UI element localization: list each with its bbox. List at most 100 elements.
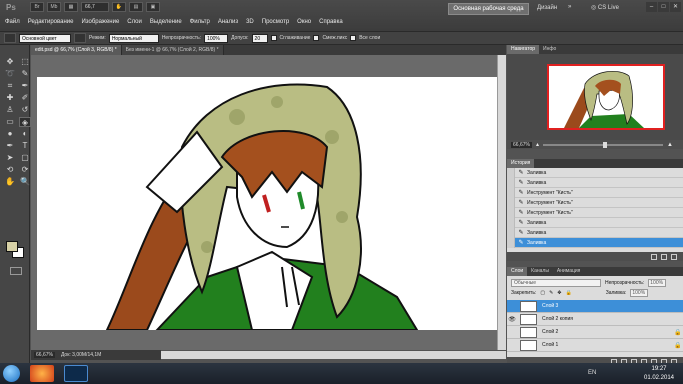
zoom-in-icon[interactable]: ▲ bbox=[667, 142, 673, 148]
horizontal-scrollbar[interactable] bbox=[160, 351, 506, 359]
menu-item[interactable]: Выделение bbox=[150, 19, 182, 25]
tab-info[interactable]: Инфо bbox=[539, 45, 560, 54]
hand-icon[interactable]: ✋ bbox=[112, 2, 126, 12]
history-item[interactable]: ✎ Заливка bbox=[507, 168, 683, 178]
menu-item[interactable]: Справка bbox=[319, 19, 343, 25]
brush-tool-icon[interactable]: ✐ bbox=[19, 93, 31, 103]
minimize-icon[interactable]: – bbox=[646, 2, 657, 12]
history-item[interactable]: ✎ Инструмент "Кисть" bbox=[507, 187, 683, 198]
contiguous-checkbox[interactable] bbox=[313, 35, 320, 41]
photoshop-taskbar-icon[interactable] bbox=[64, 365, 88, 382]
menu-item[interactable]: Просмотр bbox=[262, 19, 289, 25]
menu-item[interactable]: 3D bbox=[246, 19, 254, 25]
lock-all-icon[interactable]: 🔒 bbox=[565, 290, 571, 296]
quick-mask-icon[interactable] bbox=[10, 267, 22, 275]
menu-item[interactable]: Фильтр bbox=[190, 19, 210, 25]
history-item[interactable]: ✎ Заливка bbox=[507, 177, 683, 188]
doc-tab-edit[interactable]: edit.psd @ 66,7% (Слой 3, RGB/8) * bbox=[31, 45, 122, 55]
doc-tab-untitled[interactable]: Без имени-1 @ 66,7% (Слой 2, RGB/8) * bbox=[121, 45, 224, 55]
menu-item[interactable]: Файл bbox=[5, 19, 20, 25]
eyedropper-tool-icon[interactable]: ✒ bbox=[19, 81, 31, 91]
navigator-preview[interactable] bbox=[547, 64, 665, 130]
history-source-checkbox[interactable] bbox=[507, 217, 515, 228]
history-item[interactable]: ✎ Заливка bbox=[507, 227, 683, 238]
tab-history[interactable]: История bbox=[507, 159, 535, 168]
layer-visibility-icon[interactable]: 👁 bbox=[507, 316, 517, 323]
opacity-input[interactable]: 100% bbox=[204, 33, 229, 43]
screen-mode-icon[interactable]: ▣ bbox=[146, 2, 160, 12]
layer-row[interactable]: Слой 1 🔒 bbox=[507, 339, 683, 352]
mode-select[interactable]: Нормальный bbox=[108, 33, 159, 43]
fill-source-select[interactable]: Основной цвет bbox=[19, 33, 71, 43]
arrange-documents-icon[interactable]: ▤ bbox=[129, 2, 143, 12]
marquee-tool-icon[interactable]: ⬚ bbox=[19, 57, 31, 67]
blend-mode-select[interactable]: Обычные bbox=[511, 279, 601, 287]
history-source-checkbox[interactable] bbox=[507, 187, 515, 198]
hand-tool-icon[interactable]: ✋ bbox=[4, 177, 16, 187]
history-item[interactable]: ✎ Инструмент "Кисть" bbox=[507, 207, 683, 218]
document-canvas[interactable] bbox=[37, 77, 497, 330]
shape-tool-icon[interactable]: ▢ bbox=[19, 153, 31, 163]
clone-stamp-tool-icon[interactable]: ♙ bbox=[4, 105, 16, 115]
history-item[interactable]: ✎ Заливка bbox=[507, 237, 683, 248]
zoom-tool-icon[interactable]: 🔍 bbox=[19, 177, 31, 187]
maximize-icon[interactable]: □ bbox=[658, 2, 669, 12]
dodge-tool-icon[interactable]: ◐ bbox=[19, 129, 31, 139]
pen-tool-icon[interactable]: ✒ bbox=[4, 141, 16, 151]
eraser-tool-icon[interactable]: ▭ bbox=[4, 117, 16, 127]
tab-navigator[interactable]: Навигатор bbox=[507, 45, 540, 54]
lock-position-icon[interactable]: ✥ bbox=[557, 290, 561, 296]
history-item[interactable]: ✎ Инструмент "Кисть" bbox=[507, 197, 683, 208]
workspace-button[interactable]: Основная рабочая среда bbox=[448, 3, 529, 15]
paint-bucket-tool-preset-icon[interactable] bbox=[4, 33, 16, 43]
layer-row[interactable]: 👁 Слой 2 копия bbox=[507, 313, 683, 326]
history-source-checkbox[interactable] bbox=[507, 227, 515, 238]
history-brush-tool-icon[interactable]: ↺ bbox=[19, 105, 31, 115]
lock-pixels-icon[interactable]: ✎ bbox=[549, 290, 553, 296]
tab-animation[interactable]: Анимация bbox=[553, 267, 584, 276]
close-icon[interactable]: ✕ bbox=[670, 2, 681, 12]
lock-transparency-icon[interactable]: ▢ bbox=[540, 290, 545, 296]
bridge-icon[interactable]: Br bbox=[30, 2, 44, 12]
language-indicator[interactable]: EN bbox=[588, 370, 596, 376]
history-source-checkbox[interactable] bbox=[507, 197, 515, 208]
tab-channels[interactable]: Каналы bbox=[527, 267, 553, 276]
navigator-zoom-slider[interactable] bbox=[542, 141, 663, 148]
workspace-more-icon[interactable]: » bbox=[568, 4, 571, 10]
move-tool-icon[interactable]: ✥ bbox=[4, 57, 16, 67]
antialias-checkbox[interactable] bbox=[270, 35, 277, 41]
path-select-tool-icon[interactable]: ➤ bbox=[4, 153, 16, 163]
firefox-icon[interactable] bbox=[30, 365, 54, 382]
lasso-tool-icon[interactable]: ➰ bbox=[4, 69, 16, 79]
start-button[interactable] bbox=[3, 365, 20, 382]
crop-tool-icon[interactable]: ⌗ bbox=[4, 81, 16, 91]
layer-opacity-input[interactable]: 100% bbox=[648, 279, 667, 287]
guides-icon[interactable]: ▦ bbox=[64, 2, 78, 12]
history-source-checkbox[interactable] bbox=[507, 168, 515, 178]
layer-fill-input[interactable]: 100% bbox=[630, 289, 649, 297]
history-source-checkbox[interactable] bbox=[507, 207, 515, 218]
zoom-slider-knob[interactable] bbox=[602, 141, 607, 148]
vertical-scrollbar[interactable] bbox=[497, 55, 506, 350]
zoom-out-icon[interactable]: ▴ bbox=[536, 141, 539, 148]
all-layers-checkbox[interactable] bbox=[350, 35, 357, 41]
menu-item[interactable]: Слои bbox=[127, 19, 142, 25]
minibridge-icon[interactable]: Mb bbox=[47, 2, 61, 12]
quick-select-tool-icon[interactable]: ✎ bbox=[19, 69, 31, 79]
menu-item[interactable]: Окно bbox=[297, 19, 311, 25]
menu-item[interactable]: Анализ bbox=[218, 19, 238, 25]
history-item[interactable]: ✎ Заливка bbox=[507, 217, 683, 228]
3d-rotate-tool-icon[interactable]: ⟲ bbox=[4, 165, 16, 175]
foreground-color-swatch[interactable] bbox=[6, 241, 18, 252]
menu-item[interactable]: Изображение bbox=[81, 19, 119, 25]
tolerance-input[interactable]: 20 bbox=[251, 33, 268, 43]
history-source-checkbox[interactable] bbox=[507, 237, 515, 248]
layer-row[interactable]: Слой 2 🔒 bbox=[507, 326, 683, 339]
pattern-picker-icon[interactable] bbox=[74, 33, 86, 43]
healing-brush-tool-icon[interactable]: ✚ bbox=[4, 93, 16, 103]
zoom-select[interactable]: 66,7 bbox=[81, 2, 109, 12]
type-tool-icon[interactable]: T bbox=[19, 141, 31, 151]
blur-tool-icon[interactable]: ● bbox=[4, 129, 16, 139]
menu-item[interactable]: Редактирование bbox=[28, 19, 74, 25]
history-source-checkbox[interactable] bbox=[507, 177, 515, 188]
